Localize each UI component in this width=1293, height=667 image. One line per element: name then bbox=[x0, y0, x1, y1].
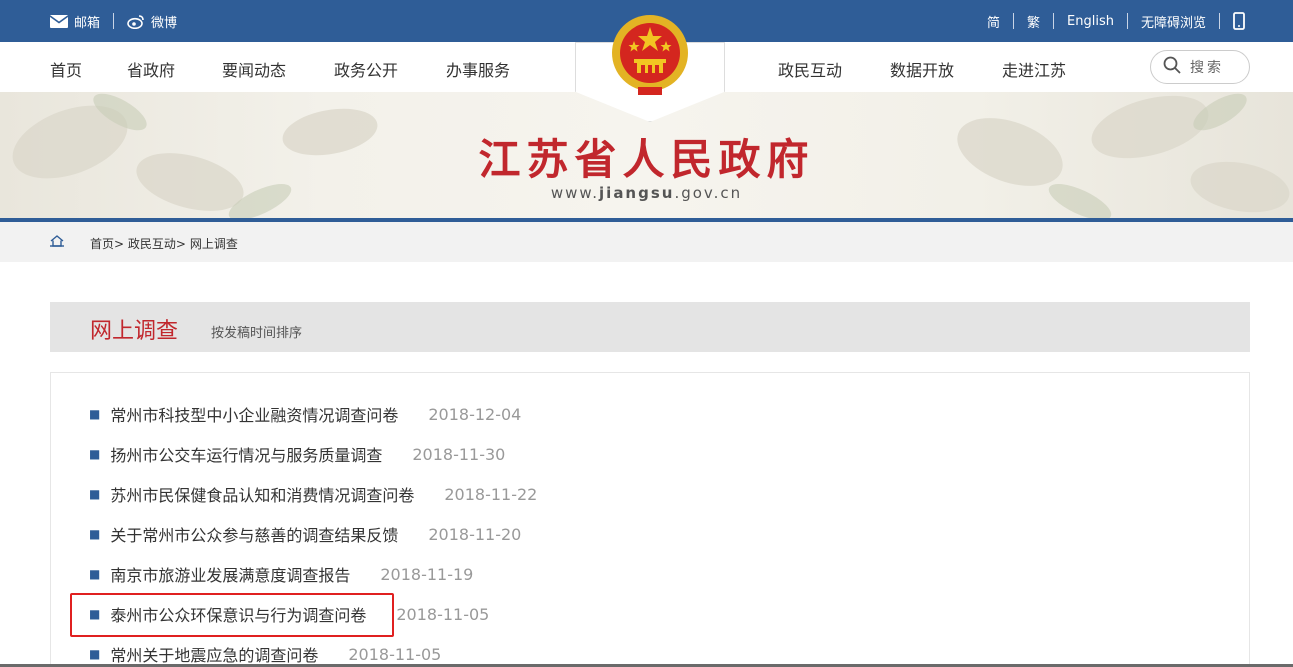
bullet-icon: ■ bbox=[89, 407, 101, 421]
list-item-date: 2018-11-05 bbox=[396, 604, 490, 624]
breadcrumb-item-survey[interactable]: 网上调查 bbox=[190, 237, 238, 251]
mail-link[interactable]: 邮箱 bbox=[50, 12, 100, 31]
weibo-icon bbox=[127, 14, 145, 29]
list-item: ■ 常州市科技型中小企业融资情况调查问卷 2018-12-04 bbox=[89, 399, 521, 429]
bullet-icon: ■ bbox=[89, 567, 101, 581]
divider bbox=[1053, 13, 1055, 29]
breadcrumb-path: 首页> 政民互动> 网上调查 bbox=[90, 235, 238, 252]
simplified-chinese-link[interactable]: 简 bbox=[987, 12, 1000, 31]
divider bbox=[1013, 13, 1015, 29]
topbar-right: 简 繁 English 无障碍浏览 bbox=[987, 0, 1245, 42]
list-item-date: 2018-11-19 bbox=[380, 564, 474, 584]
section-title: 网上调查 bbox=[90, 319, 179, 344]
list-item-date: 2018-11-22 bbox=[444, 484, 538, 504]
bullet-icon: ■ bbox=[89, 487, 101, 501]
list-item-date: 2018-12-04 bbox=[428, 404, 522, 424]
topbar-left: 邮箱 微博 bbox=[50, 0, 177, 42]
weibo-link[interactable]: 微博 bbox=[127, 12, 177, 31]
english-link[interactable]: English bbox=[1067, 14, 1114, 29]
breadcrumb-item-home[interactable]: 首页 bbox=[90, 237, 114, 251]
list-item: ■ 关于常州市公众参与慈善的调查结果反馈 2018-11-20 bbox=[89, 519, 521, 549]
list-item: ■ 泰州市公众环保意识与行为调查问卷 2018-11-05 bbox=[89, 599, 489, 629]
list-item-date: 2018-11-30 bbox=[412, 444, 506, 464]
mail-icon bbox=[50, 14, 68, 28]
site-url-prefix: www. bbox=[550, 184, 600, 202]
search-label: 搜索 bbox=[1190, 60, 1224, 76]
nav-item-province-government[interactable]: 省政府 bbox=[127, 57, 175, 81]
search-box[interactable]: 搜索 bbox=[1150, 50, 1250, 84]
list-item: ■ 扬州市公交车运行情况与服务质量调查 2018-11-30 bbox=[89, 439, 505, 469]
list-item-title[interactable]: 常州关于地震应急的调查问卷 bbox=[110, 642, 318, 666]
nav-item-open-data[interactable]: 数据开放 bbox=[890, 57, 954, 81]
list-item: ■ 苏州市民保健食品认知和消费情况调查问卷 2018-11-22 bbox=[89, 479, 537, 509]
list-item-title[interactable]: 常州市科技型中小企业融资情况调查问卷 bbox=[110, 402, 398, 426]
site-url-suffix: .gov.cn bbox=[674, 184, 743, 202]
breadcrumb: 首页> 政民互动> 网上调查 bbox=[0, 222, 1293, 262]
search-icon bbox=[1163, 56, 1181, 78]
list-item-title[interactable]: 关于常州市公众参与慈善的调查结果反馈 bbox=[110, 522, 398, 546]
breadcrumb-separator: > bbox=[114, 237, 125, 251]
list-item-title[interactable]: 苏州市民保健食品认知和消费情况调查问卷 bbox=[110, 482, 414, 506]
nav-item-interaction[interactable]: 政民互动 bbox=[778, 57, 842, 81]
accessibility-link[interactable]: 无障碍浏览 bbox=[1141, 12, 1206, 31]
sort-by-date-label[interactable]: 按发稿时间排序 bbox=[211, 322, 302, 341]
mobile-icon[interactable] bbox=[1233, 12, 1245, 30]
divider bbox=[1219, 13, 1220, 29]
nav-item-government-affairs[interactable]: 政务公开 bbox=[334, 57, 398, 81]
list-item-date: 2018-11-20 bbox=[428, 524, 522, 544]
site-title: 江苏省人民政府 bbox=[478, 135, 815, 184]
list-item: ■ 南京市旅游业发展满意度调查报告 2018-11-19 bbox=[89, 559, 473, 589]
divider bbox=[1126, 13, 1128, 29]
home-icon[interactable] bbox=[50, 235, 64, 250]
section-header: 网上调查 按发稿时间排序 bbox=[50, 302, 1250, 352]
bullet-icon: ■ bbox=[89, 527, 101, 541]
mail-label: 邮箱 bbox=[74, 15, 101, 31]
bullet-icon: ■ bbox=[89, 447, 101, 461]
breadcrumb-separator: > bbox=[175, 237, 186, 251]
bullet-icon: ■ bbox=[89, 647, 101, 661]
breadcrumb-item-interaction[interactable]: 政民互动 bbox=[128, 237, 176, 251]
nav-item-services[interactable]: 办事服务 bbox=[446, 57, 510, 81]
bullet-icon: ■ bbox=[89, 607, 101, 621]
divider bbox=[113, 13, 115, 29]
site-url-domain: jiangsu bbox=[599, 184, 675, 202]
national-emblem[interactable] bbox=[608, 11, 692, 99]
list-item-title[interactable]: 泰州市公众环保意识与行为调查问卷 bbox=[110, 602, 366, 626]
list-item-title[interactable]: 南京市旅游业发展满意度调查报告 bbox=[110, 562, 350, 586]
weibo-label: 微博 bbox=[151, 15, 178, 31]
nav-item-about-jiangsu[interactable]: 走进江苏 bbox=[1002, 57, 1066, 81]
nav-item-home[interactable]: 首页 bbox=[50, 57, 82, 81]
list-item-title[interactable]: 扬州市公交车运行情况与服务质量调查 bbox=[110, 442, 382, 466]
list-item-date: 2018-11-05 bbox=[348, 644, 442, 664]
survey-list: ■ 常州市科技型中小企业融资情况调查问卷 2018-12-04 ■ 扬州市公交车… bbox=[50, 372, 1250, 667]
nav-item-news[interactable]: 要闻动态 bbox=[222, 57, 286, 81]
traditional-chinese-link[interactable]: 繁 bbox=[1027, 12, 1040, 31]
list-item: ■ 常州关于地震应急的调查问卷 2018-11-05 bbox=[89, 639, 441, 667]
site-url: www.jiangsu.gov.cn bbox=[0, 184, 1293, 202]
